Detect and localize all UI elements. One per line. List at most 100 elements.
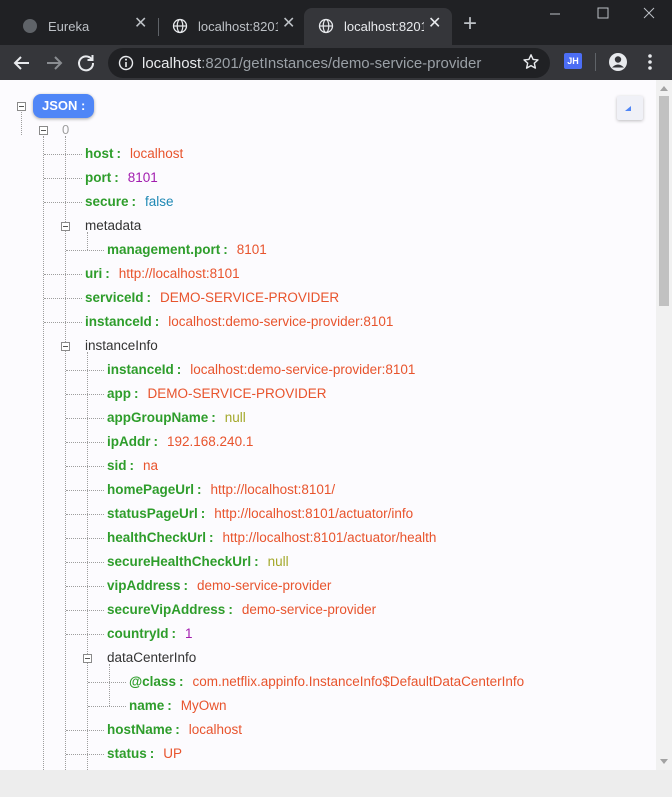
tree-connector	[66, 610, 104, 611]
collapse-toggle-root[interactable]	[17, 102, 26, 111]
json-property-row: management.port:8101	[107, 240, 267, 260]
close-tab-icon[interactable]: ✕	[134, 16, 147, 32]
json-property-row: sid: na	[107, 456, 158, 476]
bookmark-star-icon[interactable]	[522, 53, 540, 71]
key-separator: :	[211, 410, 216, 425]
key-separator: :	[197, 482, 202, 497]
tree-connector	[66, 370, 104, 371]
jh-extension-icon[interactable]: JH	[564, 53, 582, 69]
json-key: healthCheckUrl	[107, 530, 207, 545]
json-key: homePageUrl	[107, 482, 195, 497]
tree-connector	[66, 250, 104, 251]
forward-arrow-icon[interactable]	[43, 52, 65, 74]
tab-eureka[interactable]: Eureka ✕	[8, 8, 156, 45]
json-property-row: countryId:1	[107, 624, 193, 644]
collapse-all-button[interactable]	[617, 96, 643, 120]
close-window-icon[interactable]	[642, 6, 656, 20]
collapse-toggle-index-0[interactable]	[39, 126, 48, 135]
key-separator: :	[200, 506, 206, 521]
tab-localhost-2[interactable]: localhost:8201 ✕	[304, 8, 452, 45]
key-separator: :	[129, 458, 135, 473]
key-separator: :	[171, 626, 177, 641]
url-text[interactable]: localhost:8201/getInstances/demo-service…	[142, 55, 481, 72]
json-value: localhost	[130, 146, 184, 161]
key-separator: :	[149, 746, 155, 761]
key-separator: :	[105, 266, 110, 281]
json-key: instanceId	[107, 362, 174, 377]
json-value: http://localhost:8101/actuator/health	[222, 530, 437, 545]
json-value: null	[224, 410, 246, 425]
tree-connector	[88, 682, 126, 683]
json-key: countryId	[107, 626, 169, 641]
tab-strip: Eureka ✕ localhost:8201 ✕ localhost:8201…	[0, 0, 672, 45]
key-separator: :	[146, 290, 152, 305]
globe-icon	[172, 18, 188, 34]
scroll-up-arrow-icon[interactable]	[660, 86, 668, 91]
minimize-icon[interactable]	[548, 6, 562, 20]
profile-avatar-icon[interactable]	[607, 51, 629, 73]
tree-connector	[66, 394, 104, 395]
json-value: DEMO-SERVICE-PROVIDER	[160, 290, 340, 305]
json-key: secureVipAddress	[107, 602, 226, 617]
json-root-badge[interactable]: JSON :	[33, 94, 95, 118]
json-value: com.netflix.appinfo.InstanceInfo$Default…	[192, 674, 525, 689]
json-key: @class	[129, 674, 176, 689]
json-property-row: host: localhost	[85, 144, 183, 164]
json-property-row: port:8101	[85, 168, 158, 188]
address-bar[interactable]: localhost:8201/getInstances/demo-service…	[108, 48, 550, 78]
info-icon[interactable]	[118, 55, 134, 71]
corner-arrow-icon	[625, 106, 631, 111]
close-tab-icon[interactable]: ✕	[428, 16, 441, 32]
json-value: demo-service-provider	[197, 578, 332, 593]
scrollbar-thumb[interactable]	[659, 96, 669, 306]
menu-dots-icon[interactable]	[642, 51, 658, 73]
json-property-row: app: DEMO-SERVICE-PROVIDER	[107, 384, 327, 404]
scroll-down-arrow-icon[interactable]	[660, 759, 668, 764]
tree-connector	[66, 442, 104, 443]
json-key: instanceInfo	[85, 338, 158, 353]
json-key: appGroupName	[107, 410, 209, 425]
key-separator: :	[154, 314, 160, 329]
globe-icon	[23, 19, 37, 33]
json-property-row: uri: http://localhost:8101	[85, 264, 240, 284]
json-property-row: serviceId: DEMO-SERVICE-PROVIDER	[85, 288, 339, 308]
back-arrow-icon[interactable]	[11, 52, 33, 74]
json-value: 8101	[127, 170, 158, 185]
globe-icon	[318, 18, 334, 34]
json-value: 8101	[236, 242, 267, 257]
json-property-row: secure: false	[85, 192, 174, 212]
json-key: host	[85, 146, 114, 161]
key-separator: :	[183, 578, 189, 593]
json-property-row: appGroupName: null	[107, 408, 246, 428]
tree-connector	[66, 754, 104, 755]
reload-icon[interactable]	[75, 52, 97, 74]
tree-connector	[44, 178, 82, 179]
json-object-node: dataCenterInfo	[107, 648, 196, 668]
json-value: UP	[163, 746, 183, 761]
tree-connector	[66, 514, 104, 515]
key-separator: :	[114, 170, 119, 185]
tree-connector	[44, 202, 82, 203]
json-key: instanceId	[85, 314, 152, 329]
key-separator: :	[254, 554, 259, 569]
vertical-scrollbar[interactable]	[656, 80, 672, 770]
key-separator: :	[178, 674, 184, 689]
key-separator: :	[175, 722, 180, 737]
tree-connector	[66, 490, 104, 491]
tab-localhost-1[interactable]: localhost:8201 ✕	[158, 8, 306, 45]
json-property-row: instanceId: localhost:demo-service-provid…	[107, 360, 415, 380]
tree-connector	[66, 634, 104, 635]
new-tab-plus-icon[interactable]: +	[458, 12, 482, 36]
key-separator: :	[167, 698, 172, 713]
json-value: localhost:demo-service-provider:8101	[168, 314, 394, 329]
key-separator: :	[176, 362, 182, 377]
json-key: hostName	[107, 722, 173, 737]
json-value: MyOwn	[180, 698, 227, 713]
tree-connector	[66, 586, 104, 587]
maximize-icon[interactable]	[596, 6, 610, 20]
collapse-toggle-datacenterinfo[interactable]	[83, 654, 92, 663]
collapse-toggle-metadata[interactable]	[61, 222, 70, 231]
tree-guide-line	[43, 136, 44, 770]
close-tab-icon[interactable]: ✕	[282, 16, 295, 32]
collapse-toggle-instanceinfo[interactable]	[61, 342, 70, 351]
